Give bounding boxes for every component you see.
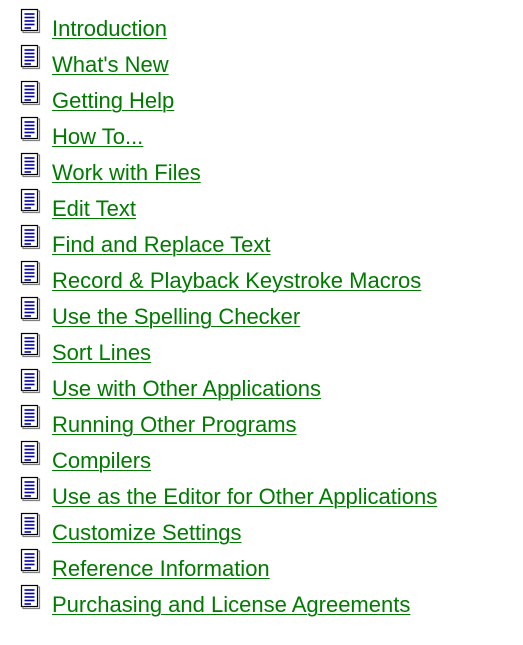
document-icon <box>20 368 41 394</box>
document-icon <box>20 44 41 70</box>
help-topic-link[interactable]: How To... <box>52 124 143 150</box>
help-topic-item[interactable]: Getting Help <box>18 80 437 116</box>
document-icon <box>20 548 41 574</box>
help-topic-link[interactable]: Reference Information <box>52 556 270 582</box>
help-topic-link[interactable]: Record & Playback Keystroke Macros <box>52 268 421 294</box>
document-icon <box>20 512 41 538</box>
help-topic-item[interactable]: Work with Files <box>18 152 437 188</box>
help-topic-item[interactable]: Record & Playback Keystroke Macros <box>18 260 437 296</box>
help-topic-item[interactable]: Introduction <box>18 8 437 44</box>
help-topic-item[interactable]: Use with Other Applications <box>18 368 437 404</box>
help-topic-link[interactable]: What's New <box>52 52 169 78</box>
help-topic-link[interactable]: Use with Other Applications <box>52 376 321 402</box>
help-topic-link[interactable]: Use the Spelling Checker <box>52 304 300 330</box>
document-icon <box>20 8 41 34</box>
document-icon <box>20 224 41 250</box>
help-topic-link[interactable]: Customize Settings <box>52 520 242 546</box>
help-topic-item[interactable]: Reference Information <box>18 548 437 584</box>
help-topic-item[interactable]: What's New <box>18 44 437 80</box>
help-topic-link[interactable]: Use as the Editor for Other Applications <box>52 484 437 510</box>
help-topic-item[interactable]: Edit Text <box>18 188 437 224</box>
help-topic-item[interactable]: Purchasing and License Agreements <box>18 584 437 620</box>
help-topic-link[interactable]: Compilers <box>52 448 151 474</box>
help-topic-item[interactable]: How To... <box>18 116 437 152</box>
help-topic-item[interactable]: Use the Spelling Checker <box>18 296 437 332</box>
document-icon <box>20 80 41 106</box>
help-topic-link[interactable]: Find and Replace Text <box>52 232 271 258</box>
help-topic-item[interactable]: Compilers <box>18 440 437 476</box>
document-icon <box>20 152 41 178</box>
help-topic-link[interactable]: Work with Files <box>52 160 201 186</box>
help-topic-link[interactable]: Edit Text <box>52 196 136 222</box>
document-icon <box>20 584 41 610</box>
document-icon <box>20 476 41 502</box>
document-icon <box>20 440 41 466</box>
help-topic-list: Introduction What's New Getting Help How To… <box>18 8 437 620</box>
document-icon <box>20 116 41 142</box>
help-topic-link[interactable]: Running Other Programs <box>52 412 297 438</box>
help-topic-item[interactable]: Use as the Editor for Other Applications <box>18 476 437 512</box>
document-icon <box>20 260 41 286</box>
help-topic-link[interactable]: Purchasing and License Agreements <box>52 592 410 618</box>
help-topic-link[interactable]: Introduction <box>52 16 167 42</box>
document-icon <box>20 296 41 322</box>
help-topic-link[interactable]: Getting Help <box>52 88 174 114</box>
help-topic-item[interactable]: Running Other Programs <box>18 404 437 440</box>
document-icon <box>20 404 41 430</box>
document-icon <box>20 332 41 358</box>
document-icon <box>20 188 41 214</box>
help-topic-item[interactable]: Find and Replace Text <box>18 224 437 260</box>
help-topic-item[interactable]: Sort Lines <box>18 332 437 368</box>
help-topic-item[interactable]: Customize Settings <box>18 512 437 548</box>
help-topic-link[interactable]: Sort Lines <box>52 340 151 366</box>
